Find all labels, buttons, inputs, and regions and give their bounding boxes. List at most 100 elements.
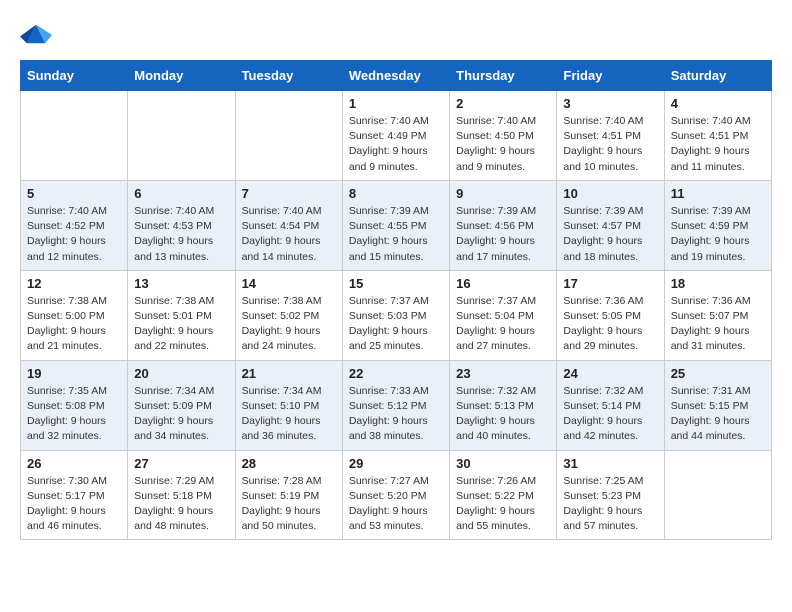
calendar-cell: 28Sunrise: 7:28 AMSunset: 5:19 PMDayligh… <box>235 450 342 540</box>
week-row-1: 1 Sunrise: 7:40 AMSunset: 4:49 PMDaylight… <box>21 91 772 181</box>
day-info: Sunrise: 7:39 AMSunset: 4:56 PMDaylight:… <box>456 204 550 265</box>
day-number: 22 <box>349 366 443 381</box>
day-info: Sunrise: 7:32 AMSunset: 5:14 PMDaylight:… <box>563 384 657 445</box>
week-row-2: 5 Sunrise: 7:40 AMSunset: 4:52 PMDaylight… <box>21 180 772 270</box>
calendar-cell <box>235 91 342 181</box>
day-info: Sunrise: 7:40 AMSunset: 4:51 PMDaylight:… <box>671 114 765 175</box>
calendar-cell <box>664 450 771 540</box>
day-info: Sunrise: 7:36 AMSunset: 5:07 PMDaylight:… <box>671 294 765 355</box>
calendar-cell: 6 Sunrise: 7:40 AMSunset: 4:53 PMDaylight… <box>128 180 235 270</box>
day-info: Sunrise: 7:38 AMSunset: 5:02 PMDaylight:… <box>242 294 336 355</box>
calendar-cell: 2 Sunrise: 7:40 AMSunset: 4:50 PMDaylight… <box>450 91 557 181</box>
day-info: Sunrise: 7:40 AMSunset: 4:54 PMDaylight:… <box>242 204 336 265</box>
calendar-cell: 4 Sunrise: 7:40 AMSunset: 4:51 PMDaylight… <box>664 91 771 181</box>
day-number: 19 <box>27 366 121 381</box>
calendar-cell: 19 Sunrise: 7:35 AMSunset: 5:08 PMDayligh… <box>21 360 128 450</box>
calendar-cell: 22 Sunrise: 7:33 AMSunset: 5:12 PMDayligh… <box>342 360 449 450</box>
day-number: 28 <box>242 456 336 471</box>
day-number: 30 <box>456 456 550 471</box>
calendar-cell: 17 Sunrise: 7:36 AMSunset: 5:05 PMDayligh… <box>557 270 664 360</box>
day-number: 31 <box>563 456 657 471</box>
day-number: 20 <box>134 366 228 381</box>
day-info: Sunrise: 7:27 AMSunset: 5:20 PMDaylight:… <box>349 474 443 535</box>
day-number: 14 <box>242 276 336 291</box>
calendar-cell: 20 Sunrise: 7:34 AMSunset: 5:09 PMDayligh… <box>128 360 235 450</box>
calendar-cell: 31Sunrise: 7:25 AMSunset: 5:23 PMDayligh… <box>557 450 664 540</box>
day-number: 9 <box>456 186 550 201</box>
day-info: Sunrise: 7:37 AMSunset: 5:03 PMDaylight:… <box>349 294 443 355</box>
calendar-cell: 12Sunrise: 7:38 AMSunset: 5:00 PMDayligh… <box>21 270 128 360</box>
col-monday: Monday <box>128 61 235 91</box>
day-number: 16 <box>456 276 550 291</box>
calendar-cell: 23 Sunrise: 7:32 AMSunset: 5:13 PMDayligh… <box>450 360 557 450</box>
week-row-3: 12Sunrise: 7:38 AMSunset: 5:00 PMDayligh… <box>21 270 772 360</box>
day-info: Sunrise: 7:39 AMSunset: 4:57 PMDaylight:… <box>563 204 657 265</box>
day-number: 2 <box>456 96 550 111</box>
day-number: 25 <box>671 366 765 381</box>
calendar-cell: 26 Sunrise: 7:30 AMSunset: 5:17 PMDayligh… <box>21 450 128 540</box>
calendar-cell <box>21 91 128 181</box>
calendar-cell: 13 Sunrise: 7:38 AMSunset: 5:01 PMDayligh… <box>128 270 235 360</box>
calendar-cell: 7 Sunrise: 7:40 AMSunset: 4:54 PMDaylight… <box>235 180 342 270</box>
day-number: 3 <box>563 96 657 111</box>
week-row-4: 19 Sunrise: 7:35 AMSunset: 5:08 PMDayligh… <box>21 360 772 450</box>
day-info: Sunrise: 7:40 AMSunset: 4:51 PMDaylight:… <box>563 114 657 175</box>
day-info: Sunrise: 7:39 AMSunset: 4:55 PMDaylight:… <box>349 204 443 265</box>
col-saturday: Saturday <box>664 61 771 91</box>
day-info: Sunrise: 7:32 AMSunset: 5:13 PMDaylight:… <box>456 384 550 445</box>
logo <box>20 18 56 50</box>
day-info: Sunrise: 7:39 AMSunset: 4:59 PMDaylight:… <box>671 204 765 265</box>
calendar: Sunday Monday Tuesday Wednesday Thursday… <box>20 60 772 540</box>
day-info: Sunrise: 7:33 AMSunset: 5:12 PMDaylight:… <box>349 384 443 445</box>
col-friday: Friday <box>557 61 664 91</box>
page: Sunday Monday Tuesday Wednesday Thursday… <box>0 0 792 554</box>
header <box>20 18 772 50</box>
day-info: Sunrise: 7:35 AMSunset: 5:08 PMDaylight:… <box>27 384 121 445</box>
day-info: Sunrise: 7:30 AMSunset: 5:17 PMDaylight:… <box>27 474 121 535</box>
calendar-cell: 9 Sunrise: 7:39 AMSunset: 4:56 PMDaylight… <box>450 180 557 270</box>
calendar-cell: 14 Sunrise: 7:38 AMSunset: 5:02 PMDayligh… <box>235 270 342 360</box>
day-number: 13 <box>134 276 228 291</box>
calendar-cell: 8Sunrise: 7:39 AMSunset: 4:55 PMDaylight… <box>342 180 449 270</box>
calendar-cell: 5 Sunrise: 7:40 AMSunset: 4:52 PMDaylight… <box>21 180 128 270</box>
day-info: Sunrise: 7:34 AMSunset: 5:09 PMDaylight:… <box>134 384 228 445</box>
calendar-cell: 29Sunrise: 7:27 AMSunset: 5:20 PMDayligh… <box>342 450 449 540</box>
day-info: Sunrise: 7:40 AMSunset: 4:50 PMDaylight:… <box>456 114 550 175</box>
col-sunday: Sunday <box>21 61 128 91</box>
calendar-cell: 18Sunrise: 7:36 AMSunset: 5:07 PMDayligh… <box>664 270 771 360</box>
calendar-cell: 30Sunrise: 7:26 AMSunset: 5:22 PMDayligh… <box>450 450 557 540</box>
day-number: 26 <box>27 456 121 471</box>
day-number: 12 <box>27 276 121 291</box>
col-wednesday: Wednesday <box>342 61 449 91</box>
day-info: Sunrise: 7:34 AMSunset: 5:10 PMDaylight:… <box>242 384 336 445</box>
day-info: Sunrise: 7:40 AMSunset: 4:53 PMDaylight:… <box>134 204 228 265</box>
day-info: Sunrise: 7:31 AMSunset: 5:15 PMDaylight:… <box>671 384 765 445</box>
day-number: 15 <box>349 276 443 291</box>
day-info: Sunrise: 7:38 AMSunset: 5:01 PMDaylight:… <box>134 294 228 355</box>
day-number: 11 <box>671 186 765 201</box>
calendar-cell: 16Sunrise: 7:37 AMSunset: 5:04 PMDayligh… <box>450 270 557 360</box>
day-number: 1 <box>349 96 443 111</box>
day-number: 7 <box>242 186 336 201</box>
calendar-cell: 11 Sunrise: 7:39 AMSunset: 4:59 PMDayligh… <box>664 180 771 270</box>
calendar-cell: 10Sunrise: 7:39 AMSunset: 4:57 PMDayligh… <box>557 180 664 270</box>
calendar-cell <box>128 91 235 181</box>
day-number: 6 <box>134 186 228 201</box>
day-info: Sunrise: 7:36 AMSunset: 5:05 PMDaylight:… <box>563 294 657 355</box>
weekday-header-row: Sunday Monday Tuesday Wednesday Thursday… <box>21 61 772 91</box>
day-info: Sunrise: 7:40 AMSunset: 4:52 PMDaylight:… <box>27 204 121 265</box>
day-number: 5 <box>27 186 121 201</box>
col-thursday: Thursday <box>450 61 557 91</box>
logo-icon <box>20 18 52 50</box>
calendar-cell: 1 Sunrise: 7:40 AMSunset: 4:49 PMDaylight… <box>342 91 449 181</box>
day-number: 21 <box>242 366 336 381</box>
calendar-cell: 24Sunrise: 7:32 AMSunset: 5:14 PMDayligh… <box>557 360 664 450</box>
calendar-cell: 3 Sunrise: 7:40 AMSunset: 4:51 PMDaylight… <box>557 91 664 181</box>
day-number: 4 <box>671 96 765 111</box>
day-number: 23 <box>456 366 550 381</box>
calendar-cell: 15 Sunrise: 7:37 AMSunset: 5:03 PMDayligh… <box>342 270 449 360</box>
day-number: 17 <box>563 276 657 291</box>
calendar-cell: 27Sunrise: 7:29 AMSunset: 5:18 PMDayligh… <box>128 450 235 540</box>
week-row-5: 26 Sunrise: 7:30 AMSunset: 5:17 PMDayligh… <box>21 450 772 540</box>
day-info: Sunrise: 7:40 AMSunset: 4:49 PMDaylight:… <box>349 114 443 175</box>
